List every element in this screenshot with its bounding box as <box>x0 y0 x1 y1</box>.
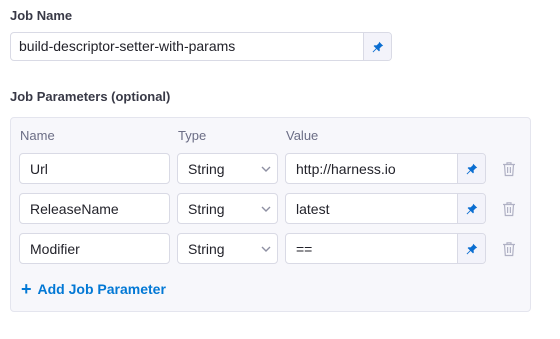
plus-icon: + <box>21 279 32 299</box>
trash-icon <box>503 162 515 177</box>
param-value-text[interactable]: == <box>286 241 457 257</box>
column-header-type: Type <box>178 128 207 143</box>
param-type-text: String <box>188 240 225 257</box>
pin-icon <box>466 163 477 174</box>
delete-param-button[interactable] <box>501 200 517 218</box>
job-name-input[interactable] <box>11 33 363 60</box>
add-job-parameter-button[interactable]: + Add Job Parameter <box>21 279 166 299</box>
chevron-down-icon <box>255 166 277 172</box>
trash-icon <box>503 242 515 257</box>
param-type-text: String <box>188 160 225 177</box>
pin-icon <box>466 243 477 254</box>
param-name-field[interactable]: ReleaseName <box>19 193 170 224</box>
pin-icon <box>372 41 383 52</box>
job-parameters-label: Job Parameters (optional) <box>10 89 171 104</box>
param-value-field: latest <box>285 193 486 224</box>
param-name-text: ReleaseName <box>30 200 119 217</box>
job-name-field <box>10 32 392 61</box>
delete-param-button[interactable] <box>501 160 517 178</box>
param-name-field[interactable]: Url <box>19 153 170 184</box>
param-type-text: String <box>188 200 225 217</box>
add-job-parameter-label: Add Job Parameter <box>37 281 166 297</box>
param-value-field: http://harness.io <box>285 153 486 184</box>
chevron-down-icon <box>255 206 277 212</box>
param-value-pin-button[interactable] <box>457 194 485 223</box>
job-name-pin-button[interactable] <box>363 33 391 60</box>
param-value-field: == <box>285 233 486 264</box>
param-value-text[interactable]: http://harness.io <box>286 161 457 177</box>
param-type-select[interactable]: String <box>177 153 278 184</box>
param-type-select[interactable]: String <box>177 233 278 264</box>
param-type-select[interactable]: String <box>177 193 278 224</box>
column-header-value: Value <box>286 128 319 143</box>
job-name-label: Job Name <box>10 8 73 23</box>
pin-icon <box>466 203 477 214</box>
param-value-text[interactable]: latest <box>286 201 457 217</box>
param-value-pin-button[interactable] <box>457 234 485 263</box>
param-name-text: Url <box>30 160 48 177</box>
chevron-down-icon <box>255 246 277 252</box>
param-name-field[interactable]: Modifier <box>19 233 170 264</box>
job-parameters-panel: Name Type Value Url String http://harnes… <box>10 117 531 312</box>
param-name-text: Modifier <box>30 240 80 257</box>
param-value-pin-button[interactable] <box>457 154 485 183</box>
delete-param-button[interactable] <box>501 240 517 258</box>
column-header-name: Name <box>20 128 55 143</box>
trash-icon <box>503 202 515 217</box>
